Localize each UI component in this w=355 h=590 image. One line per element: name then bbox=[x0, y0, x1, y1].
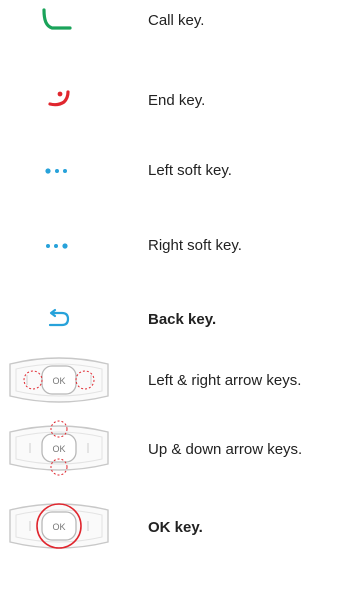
legend-row-left-right: OK Left & right arrow keys. bbox=[0, 350, 355, 410]
legend-label: Left soft key. bbox=[148, 162, 232, 179]
legend-label: End key. bbox=[148, 92, 206, 109]
navigation-pad-up-down-icon: OK bbox=[9, 420, 109, 476]
legend-row-left-soft: Left soft key. bbox=[0, 155, 355, 195]
legend-label: Up & down arrow keys. bbox=[148, 441, 303, 458]
end-call-icon bbox=[48, 90, 70, 107]
legend-row-back: Back key. bbox=[0, 300, 355, 340]
legend-row-ok: OK OK key. bbox=[0, 496, 355, 556]
svg-text:OK: OK bbox=[52, 376, 65, 386]
back-arrow-icon bbox=[48, 308, 70, 327]
legend-label: Back key. bbox=[148, 311, 217, 328]
legend-label: Call key. bbox=[148, 12, 205, 29]
legend-row-end: End key. bbox=[0, 80, 355, 120]
right-soft-key-icon bbox=[46, 243, 68, 249]
legend-row-up-down: OK Up & down arrow keys. bbox=[0, 418, 355, 478]
svg-text:OK: OK bbox=[52, 522, 65, 532]
legend-label: Right soft key. bbox=[148, 237, 242, 254]
legend-row-right-soft: Right soft key. bbox=[0, 230, 355, 270]
call-icon bbox=[42, 8, 72, 30]
legend-label: Left & right arrow keys. bbox=[148, 372, 302, 389]
legend-label: OK key. bbox=[148, 519, 203, 536]
navigation-pad-left-right-icon: OK bbox=[9, 357, 109, 403]
left-soft-key-icon bbox=[45, 168, 67, 174]
svg-text:OK: OK bbox=[52, 444, 65, 454]
legend-row-call: Call key. bbox=[0, 0, 355, 40]
navigation-pad-ok-icon: OK bbox=[9, 503, 109, 549]
